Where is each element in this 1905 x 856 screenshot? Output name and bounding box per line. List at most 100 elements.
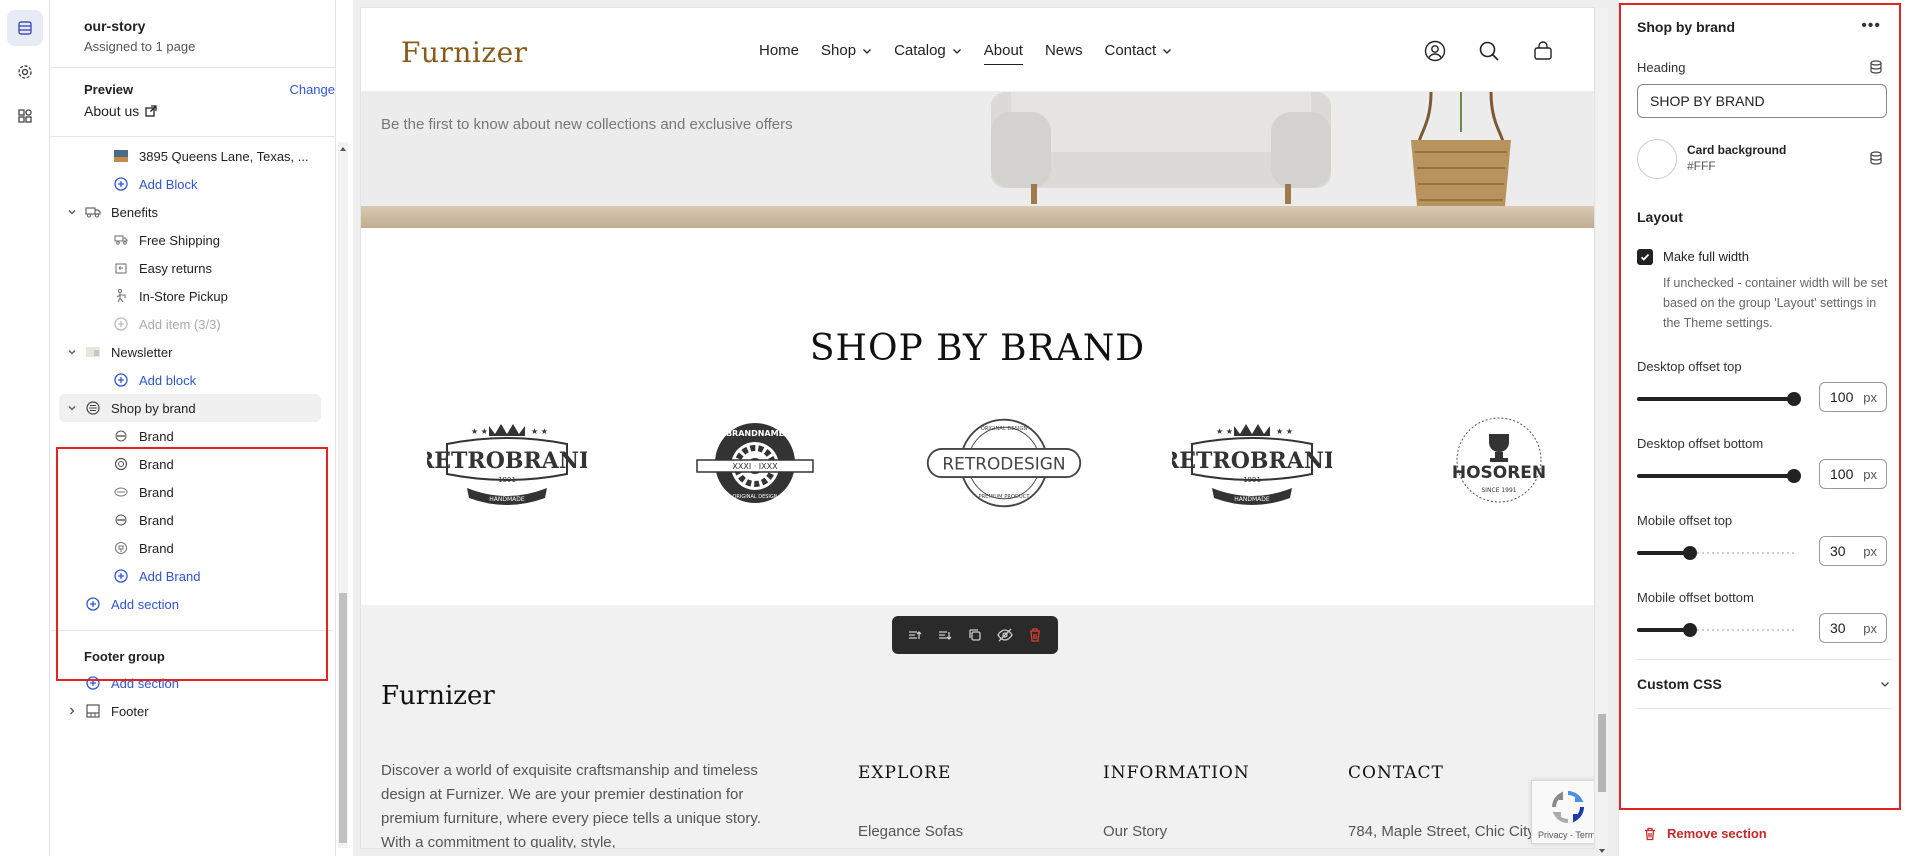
add-block-button[interactable]: Add Block xyxy=(51,170,321,198)
brand-logos-row: ★ ★ ★ ★ RETROBRAND 1991 HANDMADE xyxy=(361,408,1594,518)
divider xyxy=(51,67,336,68)
duplicate-icon[interactable] xyxy=(967,627,983,643)
canvas-scrollbar[interactable] xyxy=(1596,8,1608,853)
section-label: Shop by brand xyxy=(111,400,196,416)
desktop-offset-top-input[interactable]: 100 px xyxy=(1819,382,1887,412)
move-down-icon[interactable] xyxy=(937,627,953,643)
block-brand[interactable]: Brand xyxy=(51,422,321,450)
make-full-width-checkbox[interactable] xyxy=(1637,249,1653,265)
block-in-store-pickup[interactable]: In-Store Pickup xyxy=(51,282,321,310)
preview-change-link[interactable]: Change xyxy=(289,82,335,97)
scroll-down-icon[interactable] xyxy=(1597,846,1607,856)
mobile-offset-top-input[interactable]: 30 px xyxy=(1819,536,1887,566)
dynamic-source-icon[interactable] xyxy=(1869,151,1883,165)
canvas-scroll-thumb[interactable] xyxy=(1598,714,1606,792)
chevron-down-icon[interactable] xyxy=(67,347,77,357)
scroll-up-icon[interactable] xyxy=(338,144,348,154)
brand-logo-brandname[interactable]: BRANDNAME XXXI · IXXX ORIGINAL DESIGN xyxy=(675,408,835,518)
site-logo[interactable]: Furnizer xyxy=(401,36,528,69)
nav-item-label: Home xyxy=(759,42,800,59)
slider-fill xyxy=(1637,397,1795,401)
chevron-right-icon[interactable] xyxy=(67,706,77,716)
brand-wordmark: RETRODESIGN xyxy=(942,454,1065,474)
svg-text:★ ★: ★ ★ xyxy=(1216,427,1233,436)
brand-logo-retrobrand[interactable]: ★ ★ ★ ★ RETROBRAND 1991 HANDMADE xyxy=(427,408,587,518)
nav-item-about[interactable]: About xyxy=(983,42,1024,65)
block-easy-returns[interactable]: Easy returns xyxy=(51,254,321,282)
desktop-offset-bottom-input[interactable]: 100 px xyxy=(1819,459,1887,489)
apps-icon[interactable] xyxy=(7,98,43,134)
newsletter-subtext: Be the first to know about new collectio… xyxy=(381,116,793,133)
footer-link[interactable]: Our Story xyxy=(1103,823,1250,840)
dynamic-source-icon[interactable] xyxy=(1869,60,1883,74)
nav-item-label: Contact xyxy=(1104,42,1157,59)
footer-logo[interactable]: Furnizer xyxy=(381,681,495,711)
desktop-offset-bottom-slider[interactable] xyxy=(1637,467,1801,485)
page-template-name: our-story xyxy=(84,18,146,34)
remove-section-label: Remove section xyxy=(1667,826,1767,841)
cart-icon[interactable] xyxy=(1532,40,1554,62)
section-benefits[interactable]: Benefits xyxy=(51,198,321,226)
recaptcha-badge[interactable]: Privacy - Terms xyxy=(1531,780,1594,844)
chevron-down-icon[interactable] xyxy=(67,207,77,217)
checkmark-icon xyxy=(1640,253,1650,261)
slider-knob[interactable] xyxy=(1683,623,1697,637)
brand-tagline-top: ORIGINAL DESIGN xyxy=(981,426,1028,432)
footer-link[interactable]: Elegance Sofas xyxy=(858,823,963,840)
recaptcha-icon xyxy=(1552,791,1584,823)
desktop-offset-top-slider[interactable] xyxy=(1637,390,1801,408)
header-icons xyxy=(1424,40,1554,62)
nav-item-label: About xyxy=(983,42,1023,59)
layout-heading: Layout xyxy=(1637,209,1683,225)
footer-description: Discover a world of exquisite craftsmans… xyxy=(381,762,761,848)
sections-icon[interactable] xyxy=(7,10,43,46)
brand-tagline: HANDMADE xyxy=(489,496,525,503)
slider-fill xyxy=(1637,474,1795,478)
brand-logo-hosoren[interactable]: HOSOREN SINCE 1991 xyxy=(1419,408,1579,518)
make-full-width-label[interactable]: Make full width xyxy=(1663,249,1749,264)
nav-item-shop[interactable]: Shop xyxy=(821,42,872,59)
delete-icon[interactable] xyxy=(1027,627,1043,643)
chevron-down-icon[interactable] xyxy=(67,403,77,413)
slider-fill xyxy=(1637,628,1689,632)
search-icon[interactable] xyxy=(1478,40,1500,62)
section-footer[interactable]: Footer xyxy=(51,697,321,725)
settings-icon[interactable] xyxy=(7,54,43,90)
slider-knob[interactable] xyxy=(1787,392,1801,406)
block-free-shipping[interactable]: Free Shipping xyxy=(51,226,321,254)
block-address[interactable]: 3895 Queens Lane, Texas, ... xyxy=(51,142,321,170)
mobile-offset-bottom-slider[interactable] xyxy=(1637,621,1797,639)
mobile-offset-top-slider[interactable] xyxy=(1637,544,1797,562)
nav-item-contact[interactable]: Contact xyxy=(1104,42,1172,59)
add-block-button[interactable]: Add block xyxy=(51,366,321,394)
nav-item-catalog[interactable]: Catalog xyxy=(894,42,962,59)
slider-knob[interactable] xyxy=(1683,546,1697,560)
custom-css-label: Custom CSS xyxy=(1637,676,1722,692)
preview-page-link[interactable]: About us xyxy=(84,103,157,119)
section-newsletter[interactable]: Newsletter xyxy=(51,338,321,366)
nav-item-news[interactable]: News xyxy=(1045,42,1083,59)
section-shop-by-brand[interactable]: Shop by brand xyxy=(59,394,321,422)
brand-tagline: ORIGINAL DESIGN xyxy=(732,494,777,500)
svg-text:★ ★: ★ ★ xyxy=(471,427,488,436)
brand-tagline: SINCE 1991 xyxy=(1481,487,1516,494)
move-up-icon[interactable] xyxy=(907,627,923,643)
brand-logo-retrodesign[interactable]: ORIGINAL DESIGN RETRODESIGN PREMIUM PROD… xyxy=(924,408,1084,518)
make-full-width-help: If unchecked - container width will be s… xyxy=(1663,276,1888,330)
footer-layout-icon xyxy=(85,703,101,719)
account-icon[interactable] xyxy=(1424,40,1446,62)
mobile-offset-bottom-input[interactable]: 30 px xyxy=(1819,613,1887,643)
sidebar-scroll-thumb[interactable] xyxy=(339,593,347,843)
nav-item-home[interactable]: Home xyxy=(759,42,799,59)
hide-icon[interactable] xyxy=(997,627,1013,643)
remove-section-button[interactable]: Remove section xyxy=(1643,826,1767,841)
brand-logo-retrobrand-2[interactable]: ★ ★ ★ ★ RETROBRAND 1991 HANDMADE xyxy=(1172,408,1332,518)
more-options-icon[interactable]: ••• xyxy=(1861,17,1881,35)
recaptcha-links[interactable]: Privacy - Terms xyxy=(1538,830,1594,840)
preview-canvas: Furnizer Home Shop Catalog About News Contact… xyxy=(353,0,1618,856)
block-label: Free Shipping xyxy=(139,232,220,248)
slider-knob[interactable] xyxy=(1787,469,1801,483)
card-background-swatch[interactable] xyxy=(1637,139,1677,179)
heading-input[interactable]: SHOP BY BRAND xyxy=(1637,84,1887,118)
custom-css-accordion[interactable]: Custom CSS xyxy=(1637,669,1891,699)
